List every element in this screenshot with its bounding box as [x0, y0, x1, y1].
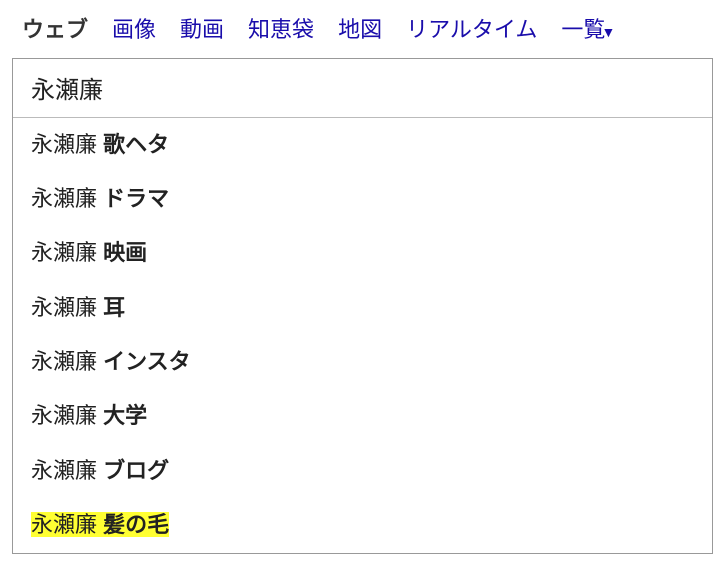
search-input[interactable]	[31, 73, 694, 101]
suggestion-base-text: 永瀬廉	[31, 186, 103, 211]
suggestions-list: 永瀬廉 歌ヘタ永瀬廉 ドラマ永瀬廉 映画永瀬廉 耳永瀬廉 インスタ永瀬廉 大学永…	[13, 118, 712, 553]
tab-web[interactable]: ウェブ	[10, 8, 100, 48]
suggestion-item[interactable]: 永瀬廉 髪の毛	[13, 498, 712, 552]
search-category-tabs: ウェブ 画像 動画 知恵袋 地図 リアルタイム 一覧▼	[0, 0, 725, 52]
suggestion-item[interactable]: 永瀬廉 大学	[13, 389, 712, 443]
suggestion-base-text: 永瀬廉	[31, 458, 103, 483]
tab-chiebukuro[interactable]: 知恵袋	[236, 8, 326, 48]
tab-video[interactable]: 動画	[168, 8, 236, 48]
suggestion-item[interactable]: 永瀬廉 耳	[13, 281, 712, 335]
suggestion-extra-text: 大学	[103, 403, 147, 428]
suggestion-extra-text: 歌ヘタ	[103, 132, 169, 157]
tab-map[interactable]: 地図	[326, 8, 394, 48]
tab-list-label: 一覧	[561, 17, 605, 42]
tab-image[interactable]: 画像	[100, 8, 168, 48]
search-input-wrap[interactable]	[13, 59, 712, 118]
suggestion-base-text: 永瀬廉	[31, 132, 103, 157]
suggestion-extra-text: ブログ	[103, 458, 169, 483]
suggestion-extra-text: ドラマ	[103, 186, 169, 211]
search-box: 永瀬廉 歌ヘタ永瀬廉 ドラマ永瀬廉 映画永瀬廉 耳永瀬廉 インスタ永瀬廉 大学永…	[12, 58, 713, 554]
suggestion-item[interactable]: 永瀬廉 インスタ	[13, 335, 712, 389]
suggestion-item[interactable]: 永瀬廉 映画	[13, 226, 712, 280]
tab-list-dropdown[interactable]: 一覧▼	[549, 8, 627, 48]
suggestion-base-text: 永瀬廉	[31, 349, 103, 374]
suggestion-base-text: 永瀬廉	[31, 240, 103, 265]
suggestion-base-text: 永瀬廉	[31, 403, 103, 428]
suggestion-extra-text: 髪の毛	[103, 512, 169, 537]
chevron-down-icon: ▼	[601, 24, 615, 40]
suggestion-extra-text: インスタ	[103, 349, 191, 374]
suggestion-item[interactable]: 永瀬廉 歌ヘタ	[13, 118, 712, 172]
suggestion-item[interactable]: 永瀬廉 ブログ	[13, 444, 712, 498]
suggestion-base-text: 永瀬廉	[31, 295, 103, 320]
suggestion-base-text: 永瀬廉	[31, 512, 103, 537]
suggestion-extra-text: 映画	[103, 240, 147, 265]
suggestion-item[interactable]: 永瀬廉 ドラマ	[13, 172, 712, 226]
highlighted-suggestion: 永瀬廉 髪の毛	[31, 512, 169, 537]
tab-realtime[interactable]: リアルタイム	[394, 8, 549, 48]
suggestion-extra-text: 耳	[103, 295, 125, 320]
